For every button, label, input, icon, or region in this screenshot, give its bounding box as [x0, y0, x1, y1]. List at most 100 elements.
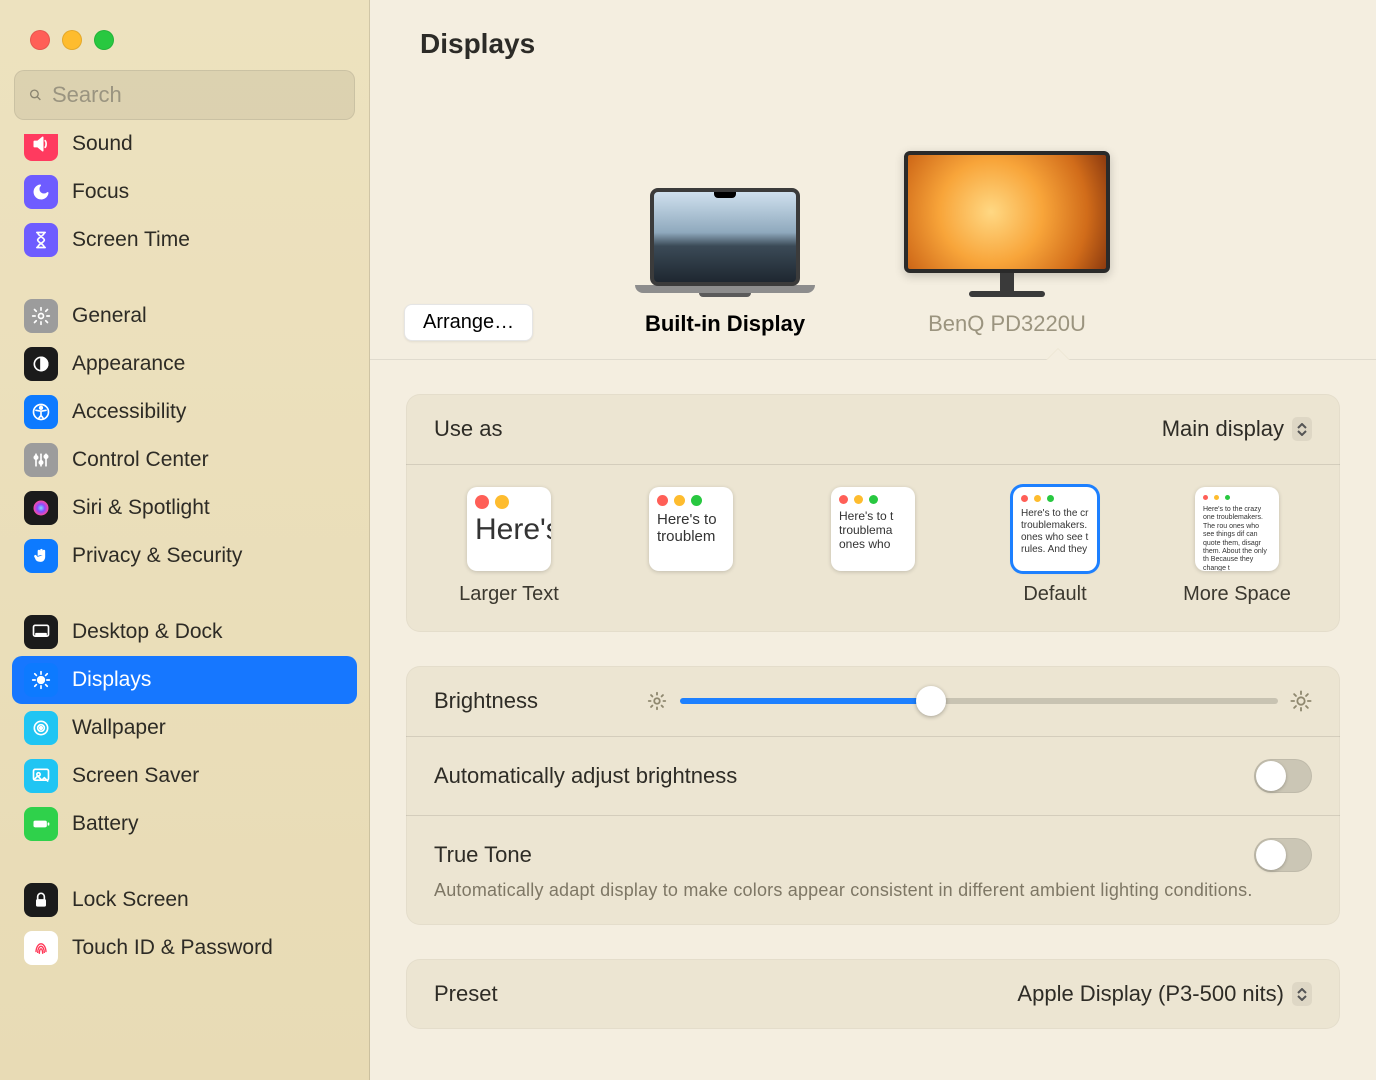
- laptop-icon: [636, 188, 814, 297]
- display-label-external: BenQ PD3220U: [928, 311, 1086, 337]
- resolution-option-3[interactable]: Here's to t troublema ones who: [798, 487, 948, 571]
- card-preset: Preset Apple Display (P3-500 nits): [406, 959, 1340, 1029]
- sidebar-item-label: Wallpaper: [72, 716, 166, 740]
- brightness-slider[interactable]: [680, 698, 1278, 704]
- search-field[interactable]: [14, 70, 355, 120]
- row-truetone: True Tone Automatically adapt display to…: [406, 815, 1340, 925]
- sidebar-item-battery[interactable]: Battery: [12, 800, 357, 848]
- displays-icon: [24, 663, 58, 697]
- battery-icon: [24, 807, 58, 841]
- close-icon[interactable]: [30, 30, 50, 50]
- resolution-option-1[interactable]: Here's Larger Text: [434, 487, 584, 606]
- arrange-button[interactable]: Arrange…: [404, 304, 533, 341]
- resolution-label: Default: [1023, 583, 1086, 606]
- sound-icon: [24, 134, 58, 161]
- chevron-updown-icon: [1292, 982, 1312, 1006]
- sidebar-item-label: Desktop & Dock: [72, 620, 223, 644]
- sidebar-item-lock-screen[interactable]: Lock Screen: [12, 876, 357, 924]
- search-input[interactable]: [52, 82, 340, 108]
- card-brightness: Brightness Automatically adjust brightne…: [406, 666, 1340, 925]
- sidebar-item-label: Battery: [72, 812, 139, 836]
- resolution-label: More Space: [1183, 583, 1291, 606]
- search-icon: [29, 85, 42, 105]
- display-picker: Arrange… Built-in Display BenQ PD3220U: [370, 88, 1376, 360]
- main-content: Displays Arrange… Built-in Display BenQ …: [370, 0, 1376, 1080]
- sidebar-item-privacy-security[interactable]: Privacy & Security: [12, 532, 357, 580]
- preset-label: Preset: [434, 981, 498, 1007]
- truetone-description: Automatically adapt display to make colo…: [434, 878, 1312, 903]
- sidebar-item-label: Touch ID & Password: [72, 936, 273, 960]
- resolution-tile: Here's to the crazy one troublemakers. T…: [1195, 487, 1279, 571]
- sidebar-item-appearance[interactable]: Appearance: [12, 340, 357, 388]
- page-title: Displays: [370, 0, 1376, 88]
- monitor-icon: [904, 151, 1110, 297]
- sidebar-item-label: Control Center: [72, 448, 209, 472]
- sidebar-item-siri-spotlight[interactable]: Siri & Spotlight: [12, 484, 357, 532]
- truetone-label: True Tone: [434, 842, 532, 868]
- preset-select[interactable]: Apple Display (P3-500 nits): [1017, 981, 1312, 1007]
- hand-icon: [24, 539, 58, 573]
- touchid-icon: [24, 931, 58, 965]
- siri-icon: [24, 491, 58, 525]
- resolution-label: Larger Text: [459, 583, 559, 606]
- lock-icon: [24, 883, 58, 917]
- window-controls: [0, 0, 369, 70]
- slider-thumb[interactable]: [916, 686, 946, 716]
- sidebar-item-general[interactable]: General: [12, 292, 357, 340]
- sidebar-item-label: General: [72, 304, 147, 328]
- sidebar-item-label: Screen Time: [72, 228, 190, 252]
- sidebar-item-label: Accessibility: [72, 400, 186, 424]
- sidebar-item-control-center[interactable]: Control Center: [12, 436, 357, 484]
- display-option-external[interactable]: BenQ PD3220U: [904, 151, 1110, 337]
- selected-indicator-arrow: [1046, 348, 1070, 360]
- control-icon: [24, 443, 58, 477]
- accessibility-icon: [24, 395, 58, 429]
- resolution-option-2[interactable]: Here's to troublem: [616, 487, 766, 571]
- row-resolution: Here's Larger Text Here's to troublem Here'…: [406, 465, 1340, 632]
- display-option-builtin[interactable]: Built-in Display: [636, 188, 814, 337]
- hourglass-icon: [24, 223, 58, 257]
- auto-brightness-label: Automatically adjust brightness: [434, 763, 737, 789]
- fullscreen-icon[interactable]: [94, 30, 114, 50]
- sidebar-item-displays[interactable]: Displays: [12, 656, 357, 704]
- sidebar-item-sound[interactable]: Sound: [12, 134, 357, 168]
- appearance-icon: [24, 347, 58, 381]
- sidebar-item-label: Sound: [72, 134, 133, 156]
- resolution-tile: Here's: [467, 487, 551, 571]
- sidebar-item-label: Displays: [72, 668, 151, 692]
- row-auto-brightness: Automatically adjust brightness: [406, 736, 1340, 815]
- sidebar-item-desktop-dock[interactable]: Desktop & Dock: [12, 608, 357, 656]
- sidebar-item-screen-saver[interactable]: Screen Saver: [12, 752, 357, 800]
- minimize-icon[interactable]: [62, 30, 82, 50]
- auto-brightness-toggle[interactable]: [1254, 759, 1312, 793]
- sidebar: Sound Focus Screen Time General Appearance Ac…: [0, 0, 370, 1080]
- sidebar-item-label: Appearance: [72, 352, 185, 376]
- use-as-value: Main display: [1162, 416, 1284, 442]
- sidebar-item-label: Lock Screen: [72, 888, 189, 912]
- sidebar-item-label: Focus: [72, 180, 129, 204]
- moon-icon: [24, 175, 58, 209]
- resolution-option-5[interactable]: Here's to the crazy one troublemakers. T…: [1162, 487, 1312, 606]
- truetone-toggle[interactable]: [1254, 838, 1312, 872]
- sidebar-item-wallpaper[interactable]: Wallpaper: [12, 704, 357, 752]
- chevron-updown-icon: [1292, 417, 1312, 441]
- sidebar-item-screen-time[interactable]: Screen Time: [12, 216, 357, 264]
- display-label-builtin: Built-in Display: [645, 311, 805, 337]
- sidebar-item-accessibility[interactable]: Accessibility: [12, 388, 357, 436]
- sidebar-item-touch-id-password[interactable]: Touch ID & Password: [12, 924, 357, 972]
- use-as-label: Use as: [434, 416, 502, 442]
- wallpaper-icon: [24, 711, 58, 745]
- sidebar-item-label: Siri & Spotlight: [72, 496, 210, 520]
- resolution-tile: Here's to t troublema ones who: [831, 487, 915, 571]
- use-as-select[interactable]: Main display: [1162, 416, 1312, 442]
- resolution-option-4[interactable]: Here's to the cr troublemakers. ones who…: [980, 487, 1130, 606]
- screensaver-icon: [24, 759, 58, 793]
- dock-icon: [24, 615, 58, 649]
- brightness-low-icon: [646, 690, 668, 712]
- brightness-high-icon: [1290, 690, 1312, 712]
- row-brightness: Brightness: [406, 666, 1340, 736]
- row-use-as: Use as Main display: [406, 394, 1340, 464]
- sidebar-item-label: Screen Saver: [72, 764, 199, 788]
- sidebar-item-focus[interactable]: Focus: [12, 168, 357, 216]
- preset-value: Apple Display (P3-500 nits): [1017, 981, 1284, 1007]
